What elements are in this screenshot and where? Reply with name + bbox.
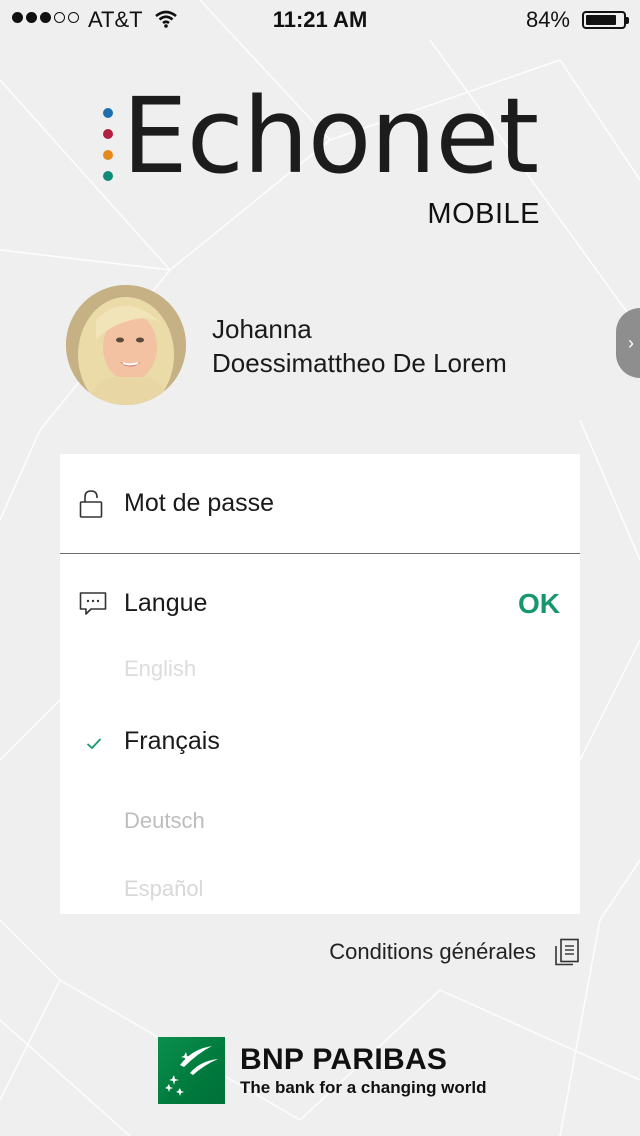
speech-bubble-icon [79,592,107,615]
ok-button[interactable]: OK [518,588,560,620]
password-placeholder: Mot de passe [124,489,275,517]
user-last-name: Doessimattheo De Lorem [212,348,507,378]
language-option-francais[interactable]: Français [124,727,220,756]
user-name: Johanna Doessimattheo De Lorem [212,312,507,380]
echonet-logo: Echonet MOBILE [100,84,545,235]
checkmark-icon [86,738,102,750]
bank-tagline: The bank for a changing world [240,1078,487,1097]
language-label: Langue [124,589,208,617]
bank-name: BNP PARIBAS [240,1043,448,1076]
unlock-icon [79,490,103,518]
battery-percent: 84% [525,7,570,32]
logo-dots [103,108,115,192]
conditions-label: Conditions générales [329,939,536,964]
logo-dot [103,171,113,181]
password-field[interactable]: Mot de passe [60,454,580,554]
login-card: Mot de passe Langue OK English Français … [60,454,580,914]
language-option-espanol[interactable]: Español [124,876,204,902]
avatar [66,285,186,405]
status-bar: AT&T 11:21 AM 84% [0,0,640,40]
language-option-deutsch[interactable]: Deutsch [124,808,205,834]
logo-subtitle: MOBILE [427,198,540,230]
bnp-stars-icon [158,1037,225,1104]
user-first-name: Johanna [212,314,312,344]
logo-wordmark: Echonet [122,75,539,197]
battery-icon [582,11,629,29]
logo-dot [103,150,113,160]
chevron-right-icon: › [628,332,634,353]
logo-dot [103,129,113,139]
document-icon [555,938,579,966]
next-page-tab[interactable]: › [616,308,640,378]
language-row: Langue OK [60,554,580,654]
language-option-english[interactable]: English [124,656,196,682]
conditions-link[interactable]: Conditions générales [329,938,580,966]
bnp-paribas-logo: BNP PARIBAS The bank for a changing worl… [158,1037,487,1104]
logo-dot [103,108,113,118]
